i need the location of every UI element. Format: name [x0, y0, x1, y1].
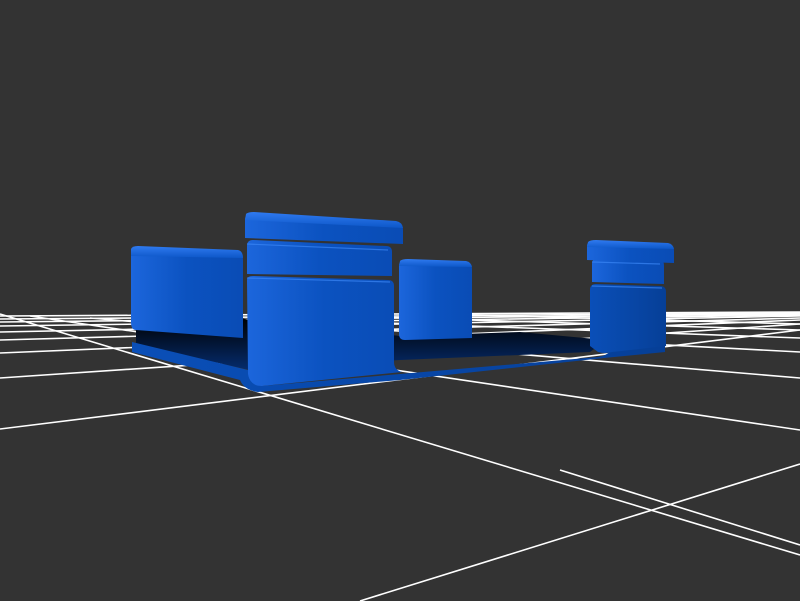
- 3d-viewport[interactable]: [0, 0, 800, 601]
- model-left-rear-wall: [131, 248, 243, 338]
- grid-line: [559, 469, 800, 546]
- model-right-wall: [590, 284, 666, 353]
- model-center-post-top: [399, 259, 472, 267]
- model-left-rear-wall-top: [131, 246, 243, 258]
- model-left-front-wall: [247, 276, 402, 386]
- scene-canvas[interactable]: [0, 0, 800, 601]
- bracket-model[interactable]: [131, 212, 674, 392]
- grid-line: [359, 463, 800, 601]
- model-center-post: [399, 260, 472, 340]
